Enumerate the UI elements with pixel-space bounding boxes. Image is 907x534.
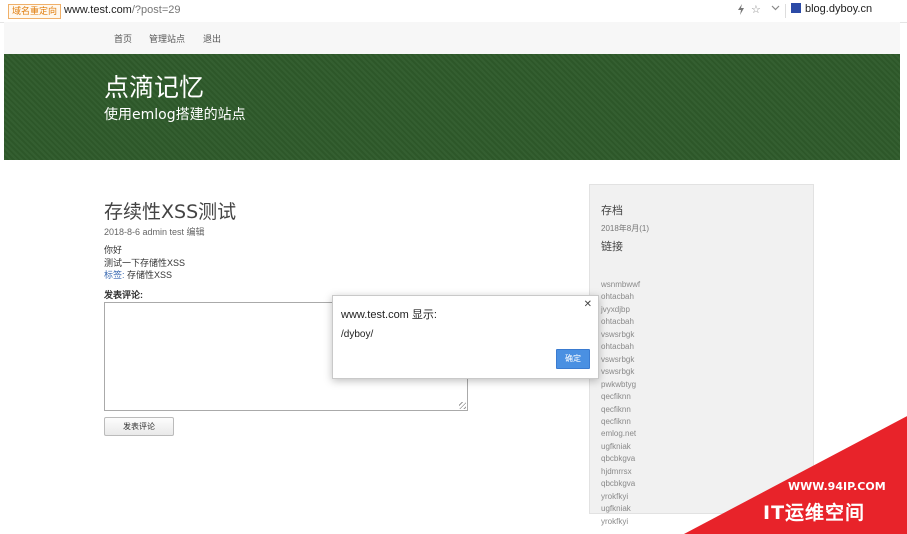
address-bar[interactable]: 域名重定向 www.test.com/?post=29 ☆ blog.dyboy… xyxy=(0,0,907,23)
sidebar-link[interactable]: ohtacbah xyxy=(601,292,634,301)
nav-item-home[interactable]: 首页 xyxy=(114,32,132,45)
post-title: 存续性XSS测试 xyxy=(104,201,237,223)
sidebar-link[interactable]: vswsrbgk xyxy=(601,355,634,364)
sidebar-link[interactable]: hjdmrrsx xyxy=(601,467,632,476)
url-text[interactable]: www.test.com/?post=29 xyxy=(64,4,180,16)
sidebar-link[interactable]: ugfkniak xyxy=(601,442,631,451)
site-title[interactable]: 点滴记忆 xyxy=(104,68,204,104)
site-label[interactable]: blog.dyboy.cn xyxy=(791,3,872,15)
watermark: WWW.94IP.COM IT运维空间 xyxy=(684,414,907,534)
redirect-tag: 域名重定向 xyxy=(8,4,62,19)
ok-button[interactable]: 确定 xyxy=(556,349,590,369)
archive-item[interactable]: 2018年8月(1) xyxy=(601,223,649,234)
post-meta: 2018-8-6 admin test 编辑 xyxy=(104,227,205,237)
sidebar-link[interactable]: emlog.net xyxy=(601,429,636,438)
bolt-icon[interactable] xyxy=(737,4,745,18)
star-icon[interactable]: ☆ xyxy=(751,3,761,16)
sidebar-link[interactable]: ohtacbah xyxy=(601,317,634,326)
dialog-title: www.test.com 显示: xyxy=(341,309,437,321)
resize-grip-icon[interactable] xyxy=(459,402,466,409)
sidebar-link[interactable]: yrokfkyi xyxy=(601,492,628,501)
site-subtitle: 使用emlog搭建的站点 xyxy=(104,107,246,123)
sidebar-link[interactable]: qecfiknn xyxy=(601,405,631,414)
sidebar-link[interactable]: vswsrbgk xyxy=(601,330,634,339)
nav-item-manage[interactable]: 管理站点 xyxy=(149,32,185,45)
sidebar-link[interactable]: jvyxdjbp xyxy=(601,305,630,314)
top-nav: 首页 管理站点 退出 xyxy=(4,22,900,54)
sidebar-link[interactable]: qbcbkgva xyxy=(601,454,635,463)
nav-item-logout[interactable]: 退出 xyxy=(203,32,221,45)
site-banner: 点滴记忆 使用emlog搭建的站点 xyxy=(4,54,900,160)
comment-label: 发表评论: xyxy=(104,290,143,300)
favicon-icon xyxy=(791,3,801,13)
web-page: 首页 管理站点 退出 点滴记忆 使用emlog搭建的站点 存续性XSS测试 20… xyxy=(4,22,907,534)
sidebar-link[interactable]: wsnmbwwf xyxy=(601,280,640,289)
alert-dialog: www.test.com 显示: ✕ /dyboy/ 确定 xyxy=(332,295,599,379)
site-label-text: blog.dyboy.cn xyxy=(805,3,873,15)
tags-label: 标签: xyxy=(104,270,125,280)
close-icon[interactable]: ✕ xyxy=(584,299,592,310)
archive-heading: 存档 xyxy=(601,204,623,217)
submit-comment-button[interactable]: 发表评论 xyxy=(104,417,174,436)
url-host: www.test.com xyxy=(64,4,132,16)
sidebar-link[interactable]: pwkwbtyg xyxy=(601,380,636,389)
post-line-1: 你好 xyxy=(104,245,123,255)
sidebar-link[interactable]: ohtacbah xyxy=(601,342,634,351)
sidebar-link[interactable]: qecfiknn xyxy=(601,417,631,426)
post-tags: 标签: 存储性XSS xyxy=(104,268,172,281)
links-heading: 链接 xyxy=(601,240,623,253)
url-query: /?post=29 xyxy=(131,4,181,16)
watermark-url: WWW.94IP.COM xyxy=(788,480,886,493)
tag-link[interactable]: 存储性XSS xyxy=(127,270,172,280)
sidebar-link[interactable]: qbcbkgva xyxy=(601,479,635,488)
sidebar-link[interactable]: yrokfkyi xyxy=(601,517,628,526)
dialog-message: /dyboy/ xyxy=(341,329,374,340)
chevron-down-icon[interactable] xyxy=(771,3,780,15)
sidebar-link[interactable]: qecfiknn xyxy=(601,392,631,401)
separator xyxy=(785,4,786,18)
sidebar-link[interactable]: vswsrbgk xyxy=(601,367,634,376)
